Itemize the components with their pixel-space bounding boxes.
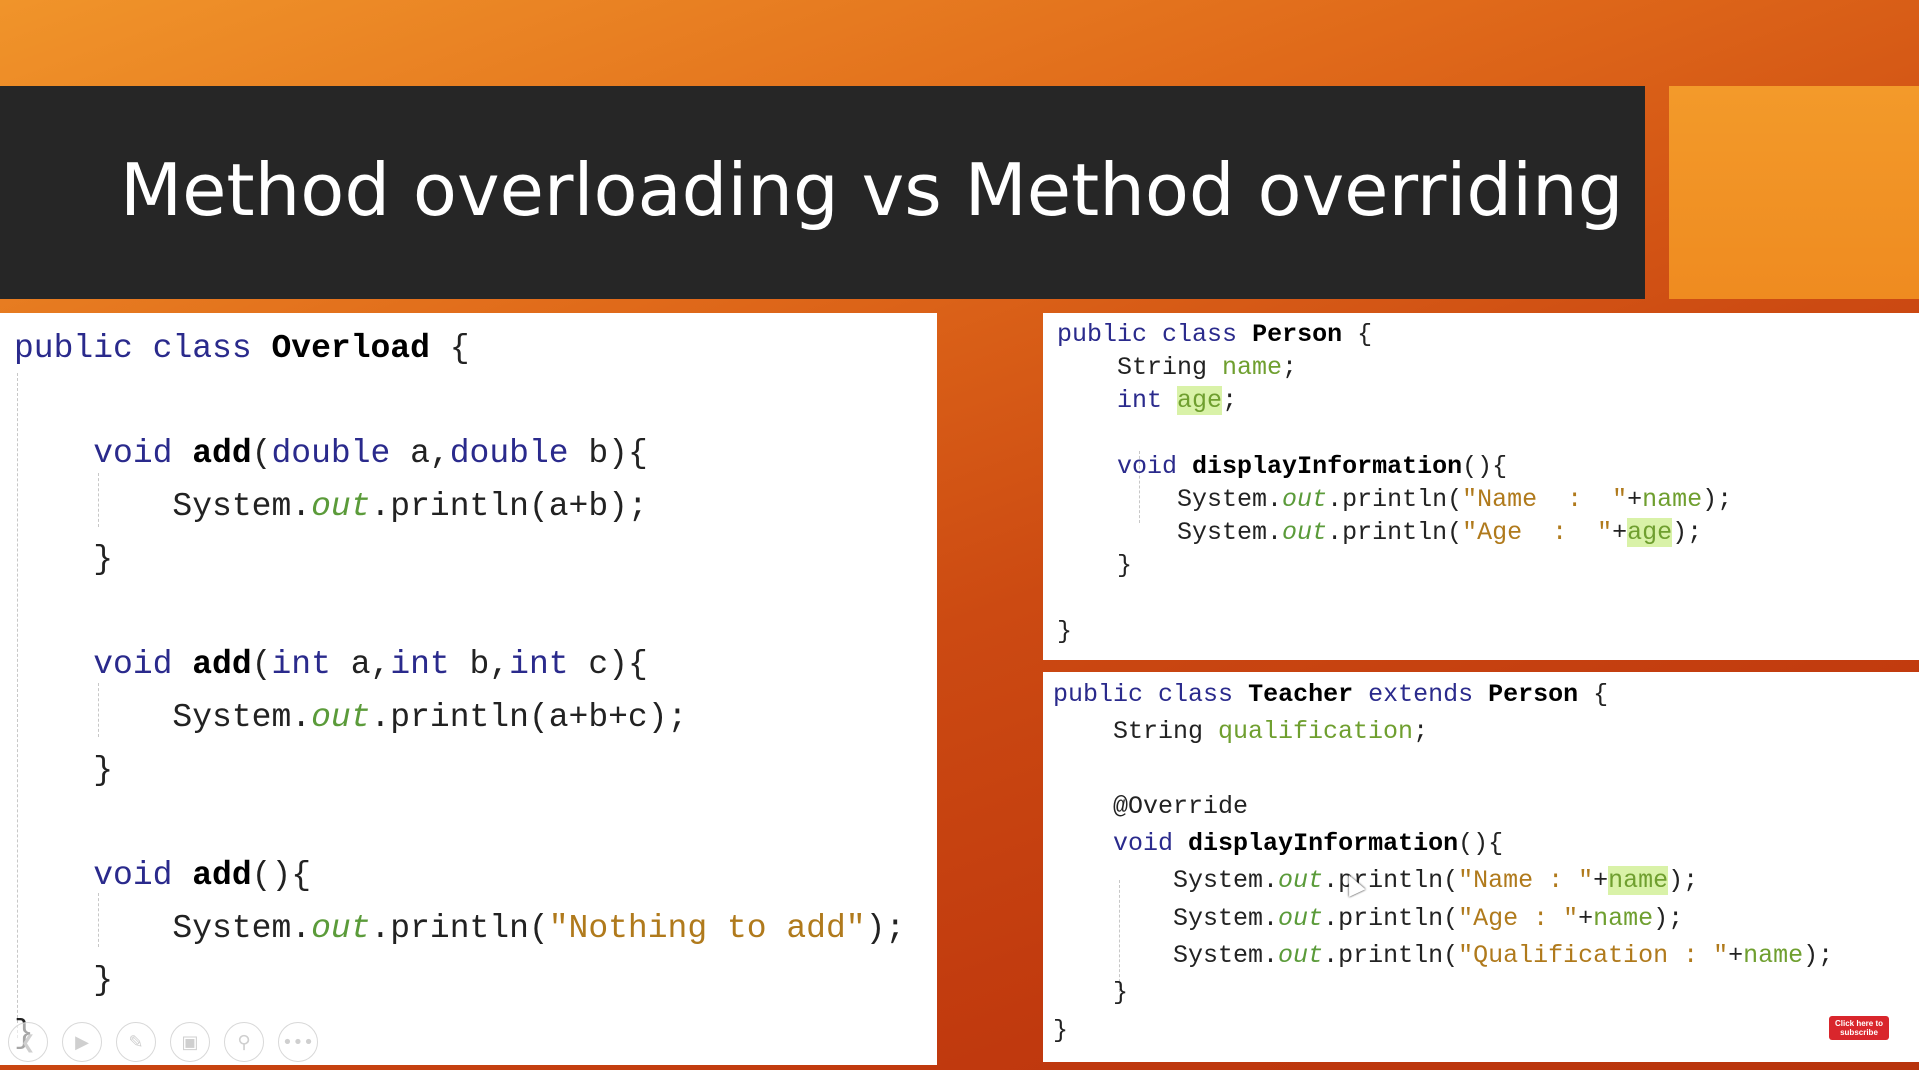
slide-title: Method overloading vs Method overriding [120,148,1624,232]
teacher-code-panel: public class Teacher extends Person { St… [1043,672,1919,1062]
slides-icon[interactable]: ▣ [170,1022,210,1062]
pen-icon[interactable]: ✎ [116,1022,156,1062]
accent-box [1669,86,1919,299]
play-icon[interactable]: ▶ [62,1022,102,1062]
person-code: public class Person { String name; int a… [1057,320,1733,646]
teacher-code: public class Teacher extends Person { St… [1053,680,1834,1045]
subscribe-button[interactable]: Click here to subscribe [1829,1016,1889,1040]
overload-code-panel: public class Overload { void add(double … [0,313,937,1065]
more-icon[interactable]: ••• [278,1022,318,1062]
slideshow-toolbar: ❮ ▶ ✎ ▣ ⚲ ••• [8,1022,318,1062]
subscribe-line1: Click here to [1834,1019,1883,1028]
overload-code: public class Overload { void add(double … [14,330,906,1052]
subscribe-line2: subscribe [1840,1028,1878,1037]
back-arrow-icon[interactable]: ❮ [8,1022,48,1062]
zoom-icon[interactable]: ⚲ [224,1022,264,1062]
person-code-panel: public class Person { String name; int a… [1043,313,1919,660]
